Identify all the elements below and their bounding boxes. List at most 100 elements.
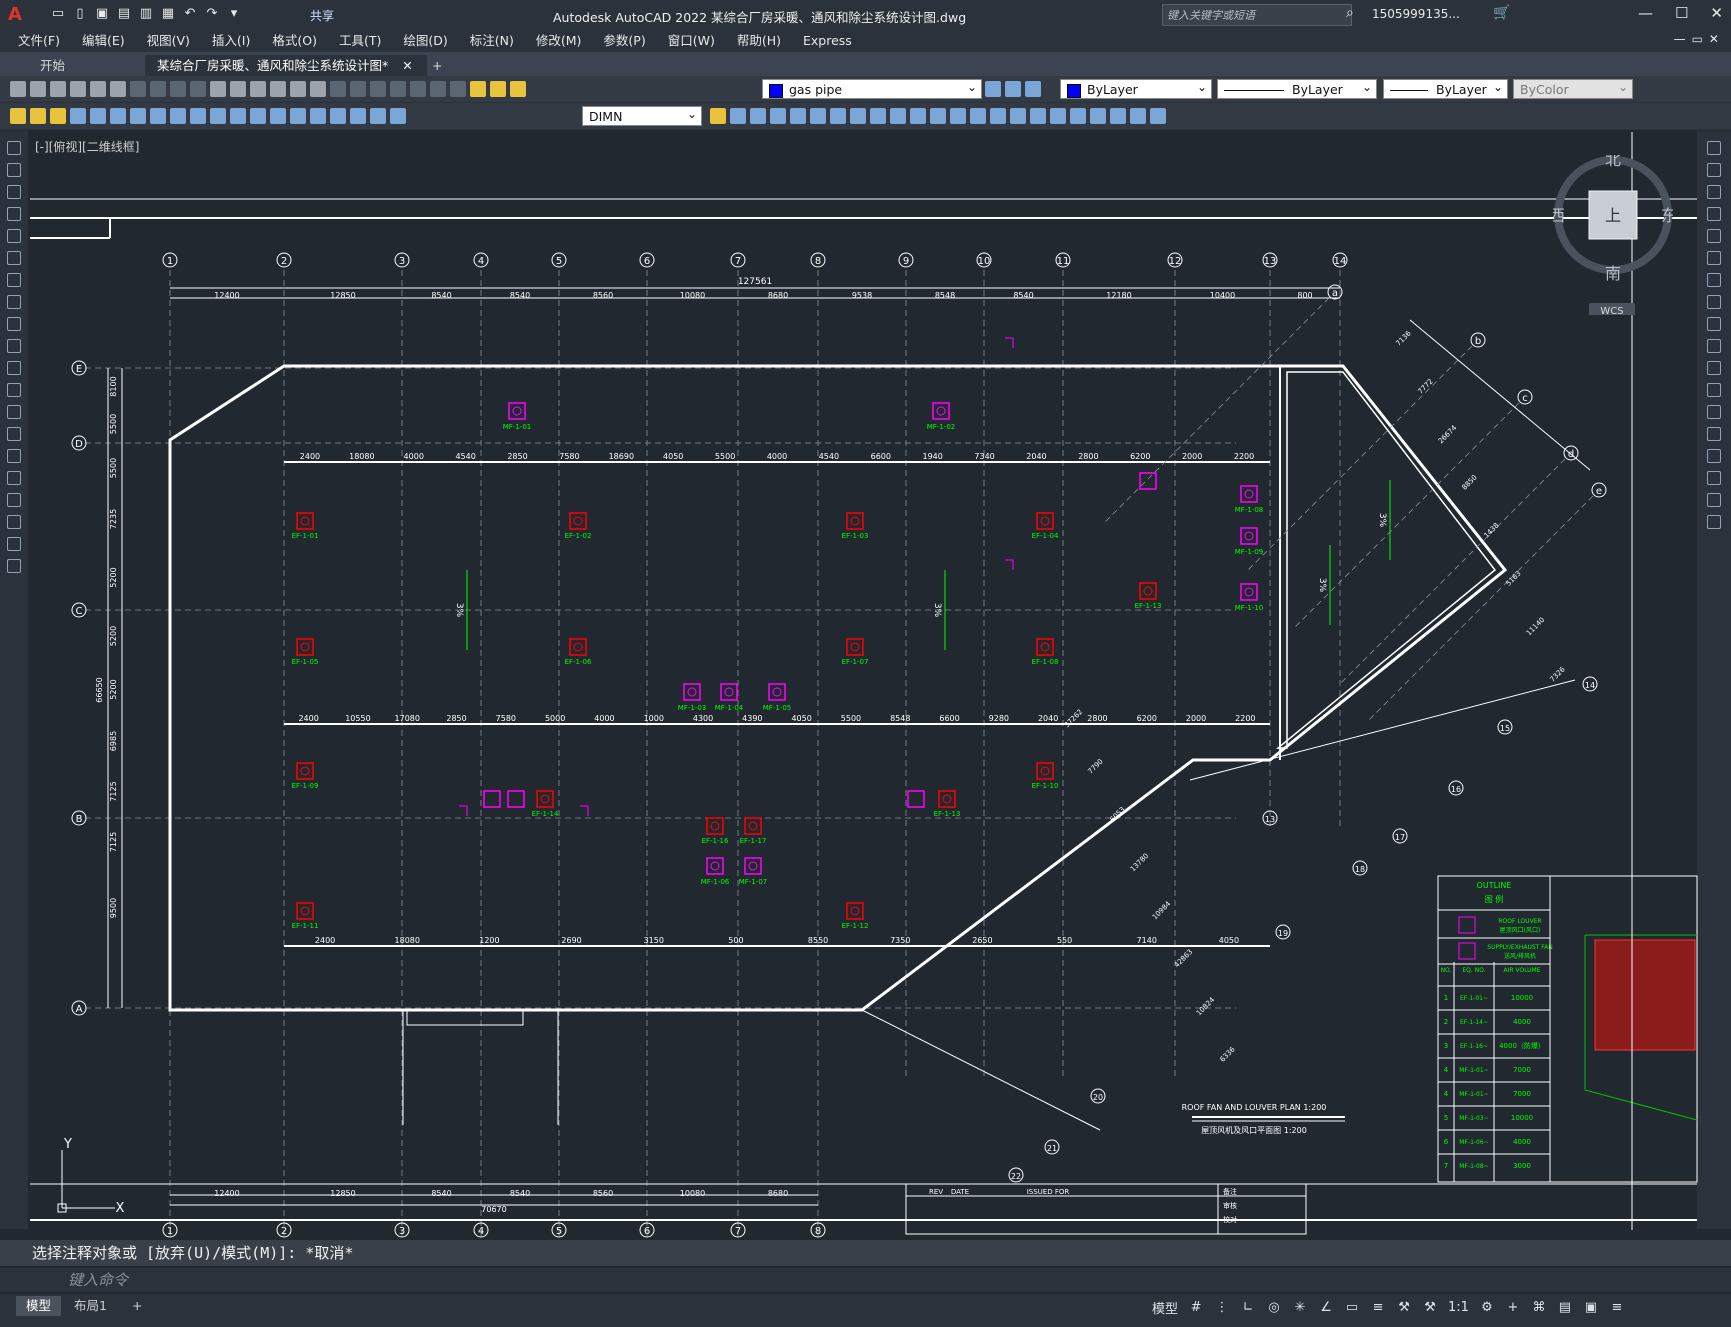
mirror-icon[interactable] [770, 108, 786, 124]
sheet-set-icon[interactable] [390, 81, 406, 97]
layer-previous-icon[interactable] [1005, 81, 1021, 97]
menu-format[interactable]: 格式(O) [272, 30, 317, 52]
autocad-logo-icon[interactable]: A [8, 4, 22, 25]
plot-icon[interactable]: ▦ [160, 6, 176, 22]
lineweight-dropdown[interactable]: ByLayer [1383, 77, 1508, 99]
web-open-icon[interactable]: ▥ [138, 6, 154, 22]
share-button[interactable]: 共享 [310, 7, 334, 24]
plotstyle-dropdown[interactable]: ByColor [1513, 77, 1633, 99]
layer-state-icon[interactable] [1025, 81, 1041, 97]
break-tool-icon[interactable] [1707, 405, 1721, 419]
move-icon[interactable] [830, 108, 846, 124]
search-input[interactable]: 键入关键字或短语 [1162, 4, 1352, 26]
blend-curves-icon[interactable] [1707, 493, 1721, 507]
tab-close-icon[interactable]: ✕ [402, 58, 412, 73]
offset-icon[interactable] [790, 108, 806, 124]
dim-baseline-icon[interactable] [190, 108, 206, 124]
grid-icon[interactable]: # [1188, 1300, 1204, 1315]
rotate-icon[interactable] [850, 108, 866, 124]
dim-update-icon[interactable] [390, 108, 406, 124]
construction-line-icon[interactable] [7, 163, 21, 177]
add-layout-button[interactable]: + [122, 1296, 152, 1316]
selection-cycling-icon[interactable]: ▭ [1344, 1300, 1360, 1315]
menu-view[interactable]: 视图(V) [147, 30, 190, 52]
tolerance-icon[interactable] [270, 108, 286, 124]
inspection-icon[interactable] [310, 108, 326, 124]
dim-jogged-icon[interactable] [110, 108, 126, 124]
osnap-icon[interactable]: ✳ [1292, 1300, 1308, 1315]
model-space-button[interactable]: 模型 [1152, 1298, 1178, 1317]
block-icon[interactable] [1150, 108, 1166, 124]
text-icon[interactable] [1130, 108, 1146, 124]
array-icon[interactable] [810, 108, 826, 124]
search-icon[interactable]: ⌕ [1346, 5, 1354, 21]
array-tool-icon[interactable] [1707, 229, 1721, 243]
new-tab-button[interactable]: + [420, 55, 454, 76]
circle-icon[interactable] [7, 273, 21, 287]
chamfer-tool-icon[interactable] [1707, 449, 1721, 463]
plot-icon[interactable] [70, 81, 86, 97]
layer-freeze-icon[interactable] [490, 81, 506, 97]
quick-properties-icon[interactable]: ▤ [1557, 1300, 1573, 1315]
scale-icon[interactable] [870, 108, 886, 124]
dim-style-icon[interactable] [710, 108, 726, 124]
menu-edit[interactable]: 编辑(E) [82, 30, 125, 52]
menu-tools[interactable]: 工具(T) [339, 30, 381, 52]
annotation-scale[interactable]: 1:1 [1448, 1300, 1469, 1315]
dim-ordinate-icon[interactable] [70, 108, 86, 124]
trim-tool-icon[interactable] [1707, 339, 1721, 353]
menu-express[interactable]: Express [803, 30, 852, 52]
trim-icon[interactable] [910, 108, 926, 124]
dim-linear-icon[interactable] [10, 108, 26, 124]
zoom-previous-icon[interactable] [310, 81, 326, 97]
calculator-icon[interactable] [410, 81, 426, 97]
undo-icon[interactable] [210, 81, 226, 97]
jogged-linear-icon[interactable] [330, 108, 346, 124]
auto-scale-icon[interactable]: ⚒ [1422, 1300, 1438, 1315]
tab-active-drawing[interactable]: 某综合厂房采暖、通风和除尘系统设计图* ✕ [145, 55, 427, 76]
fillet-icon[interactable] [1010, 108, 1026, 124]
ellipse-arc-icon[interactable] [7, 361, 21, 375]
tool-palettes-icon[interactable] [370, 81, 386, 97]
erase-tool-icon[interactable] [1707, 141, 1721, 155]
cut-icon[interactable] [130, 81, 146, 97]
new-icon[interactable] [10, 81, 26, 97]
gradient-icon[interactable] [7, 471, 21, 485]
save-icon[interactable] [50, 81, 66, 97]
explode-icon[interactable] [1030, 108, 1046, 124]
make-current-icon[interactable] [985, 81, 1001, 97]
move-tool-icon[interactable] [1707, 251, 1721, 265]
group-icon[interactable] [1070, 108, 1086, 124]
viewport-controls-label[interactable]: [-][俯视][二维线框] [35, 138, 139, 155]
save-as-icon[interactable]: ▤ [116, 6, 132, 22]
redo-icon[interactable] [230, 81, 246, 97]
tab-start[interactable]: 开始 [28, 55, 77, 76]
help-icon[interactable] [430, 81, 446, 97]
user-account[interactable]: 1505999135... [1372, 7, 1460, 21]
extend-tool-icon[interactable] [1707, 361, 1721, 375]
ellipse-icon[interactable] [7, 339, 21, 353]
explode-tool-icon[interactable] [1707, 515, 1721, 529]
document-window-controls[interactable]: —▭✕ [1674, 32, 1725, 46]
polyline-icon[interactable] [7, 185, 21, 199]
edit-polyline-icon[interactable] [1050, 108, 1066, 124]
draw-order-icon[interactable] [1110, 108, 1126, 124]
dim-angular-icon[interactable] [150, 108, 166, 124]
units-icon[interactable]: ⌘ [1531, 1300, 1547, 1315]
menu-file[interactable]: 文件(F) [18, 30, 60, 52]
copy-tool-icon[interactable] [1707, 163, 1721, 177]
insert-block-icon[interactable] [7, 383, 21, 397]
linetype-dropdown[interactable]: ByLayer [1217, 77, 1377, 99]
maximize-icon[interactable]: ☐ [1675, 4, 1688, 22]
qat-dropdown-icon[interactable]: ▾ [226, 6, 242, 22]
dim-radius-icon[interactable] [90, 108, 106, 124]
zoom-realtime-icon[interactable] [270, 81, 286, 97]
plus-icon[interactable]: + [1505, 1300, 1521, 1315]
save-icon[interactable]: ▣ [94, 6, 110, 22]
hatch-icon[interactable] [7, 449, 21, 463]
customize-icon[interactable]: ≡ [1609, 1300, 1625, 1315]
minimize-icon[interactable]: — [1638, 4, 1653, 22]
dim-break-icon[interactable] [250, 108, 266, 124]
layer-properties-icon[interactable] [450, 81, 466, 97]
redo-icon[interactable]: ↷ [204, 6, 220, 22]
